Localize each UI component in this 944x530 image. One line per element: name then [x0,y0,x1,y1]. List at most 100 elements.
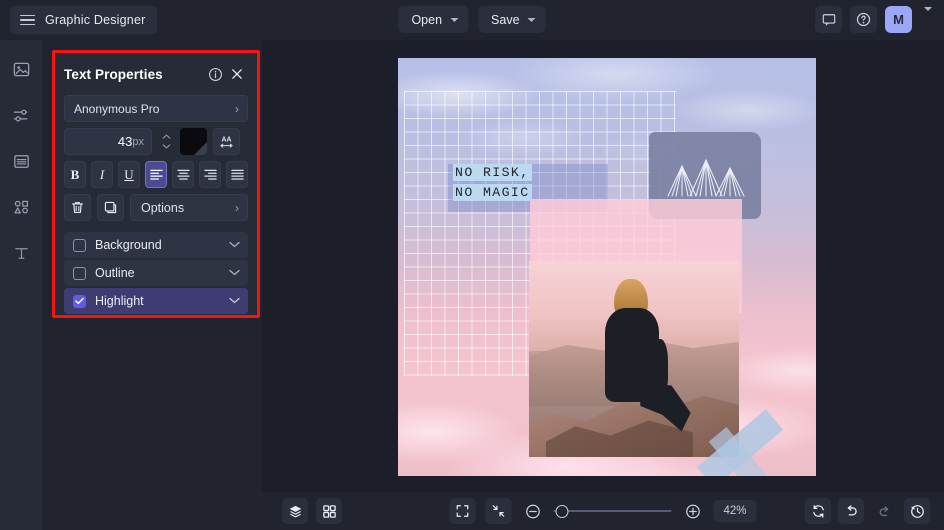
bold-button[interactable]: B [64,161,86,188]
toggle-outline[interactable]: Outline [64,260,248,286]
canvas-area[interactable]: NO RISK, NO MAGIC [262,40,944,492]
artboard[interactable]: NO RISK, NO MAGIC [398,58,816,476]
app-menu-button[interactable]: Graphic Designer [10,6,158,34]
italic-button[interactable]: I [91,161,113,188]
font-size-stepper[interactable] [158,128,174,155]
letter-spacing-button[interactable]: AA [213,128,240,155]
chevron-down-icon[interactable] [229,239,240,251]
grid-view-button[interactable] [316,498,342,524]
file-actions: Open Save [398,6,546,33]
photo-element[interactable] [529,261,739,457]
artwork-text-line2: NO MAGIC [453,184,532,201]
account-menu-button[interactable] [920,6,936,29]
undo-icon [847,504,857,516]
layers-icon [289,505,301,517]
sidebar-item-images[interactable] [6,54,36,84]
avatar[interactable]: M [885,6,912,33]
help-button[interactable] [850,6,877,33]
history-controls [805,498,930,524]
underline-button[interactable]: U [118,161,140,188]
zoom-in-icon [685,504,700,518]
toggle-outline-label: Outline [95,266,135,280]
align-right-button[interactable] [199,161,221,188]
text-properties-highlight-box: Text Properties Anonymous Pro › 43 px AA… [52,50,260,318]
zoom-level-value[interactable]: 42% [713,500,757,522]
text-icon [14,247,28,259]
font-family-select[interactable]: Anonymous Pro › [64,95,248,122]
checkbox-unchecked-icon[interactable] [73,238,86,252]
layers-lines-icon [13,154,29,168]
checkbox-checked-icon[interactable] [73,294,86,308]
image-icon [13,62,29,76]
toggle-highlight-label: Highlight [95,294,144,308]
save-label: Save [491,12,520,27]
align-center-icon [176,169,190,180]
zoom-out-button[interactable] [521,500,543,522]
info-button[interactable] [204,63,226,85]
panel-header: Text Properties [64,61,248,87]
chevron-down-icon [527,17,536,22]
sync-button[interactable] [805,498,831,524]
font-family-value: Anonymous Pro [74,101,160,116]
info-circle-icon [208,67,222,81]
text-color-swatch[interactable] [180,128,207,155]
align-right-icon [203,169,217,180]
panel-title: Text Properties [64,66,163,82]
top-right-actions: M [815,6,936,33]
mountain-line-icon [667,158,745,197]
sync-icon [812,504,824,518]
save-button[interactable]: Save [478,6,546,33]
options-label: Options [141,200,185,215]
trash-icon [72,202,83,213]
shrink-button[interactable] [485,498,512,524]
align-center-button[interactable] [172,161,194,188]
toggle-background[interactable]: Background [64,232,248,258]
font-size-value: 43 [117,134,133,149]
delete-button[interactable] [64,194,91,221]
open-label: Open [411,12,443,27]
top-bar: Graphic Designer Open Save M [0,0,944,40]
history-icon [910,504,924,518]
chevron-down-icon[interactable] [229,267,240,279]
sidebar-item-templates[interactable] [6,146,36,176]
duplicate-button[interactable] [97,194,124,221]
checkbox-unchecked-icon[interactable] [73,266,86,280]
font-size-row: 43 px AA [64,128,248,155]
help-circle-icon [856,12,871,27]
align-justify-button[interactable] [226,161,248,188]
toggle-highlight[interactable]: Highlight [64,288,248,314]
artwork-text-element[interactable]: NO RISK, NO MAGIC [453,163,559,203]
options-select[interactable]: Options › [130,194,248,221]
toggle-background-label: Background [95,238,162,252]
font-size-unit: px [132,135,144,148]
close-icon [232,69,242,79]
comment-button[interactable] [815,6,842,33]
sidebar-item-text[interactable] [6,238,36,268]
layers-button[interactable] [282,498,308,524]
chevron-down-icon[interactable] [229,295,240,307]
chevron-down-icon [162,144,170,149]
zoom-out-icon [525,504,540,518]
sidebar-item-adjustments[interactable] [6,100,36,130]
chevron-right-icon: › [235,200,239,215]
sidebar-item-shapes[interactable] [6,192,36,222]
redo-button[interactable] [871,498,897,524]
font-size-input[interactable]: 43 px [64,128,152,155]
zoom-slider-handle[interactable] [555,504,569,518]
zoom-slider-track [553,510,672,512]
align-left-icon [149,169,163,180]
zoom-slider[interactable] [553,504,672,518]
zoom-controls: 42% [449,498,757,524]
text-format-row: B I U [64,161,248,188]
font-family-row: Anonymous Pro › [64,95,248,122]
artwork-text-line1: NO RISK, [453,164,532,181]
close-button[interactable] [226,63,248,85]
undo-button[interactable] [838,498,864,524]
sliders-icon [13,109,27,121]
open-button[interactable]: Open [398,6,469,33]
fit-screen-icon [456,505,469,517]
fit-screen-button[interactable] [449,498,476,524]
history-button[interactable] [904,498,930,524]
zoom-in-button[interactable] [681,500,703,522]
align-left-button[interactable] [145,161,167,188]
